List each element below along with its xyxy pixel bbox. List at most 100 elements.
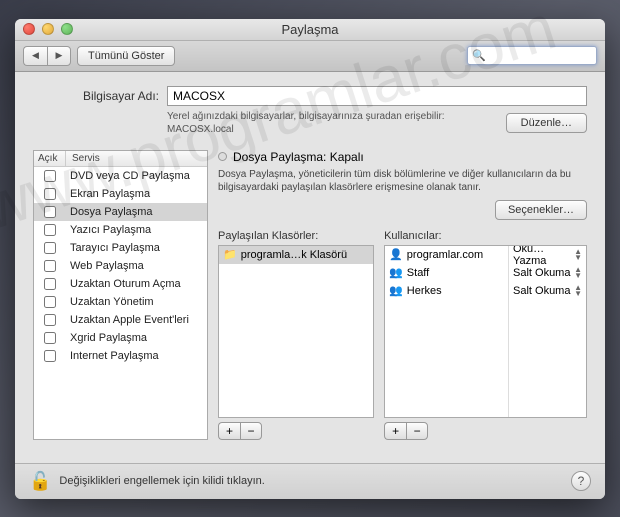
service-name: Dosya Paylaşma xyxy=(66,206,207,218)
stepper-icon[interactable]: ▲▼ xyxy=(574,267,582,278)
user-icon: 👤 xyxy=(389,248,403,261)
user-row[interactable]: 👥 Herkes xyxy=(385,282,508,300)
forward-button[interactable]: ▶ xyxy=(47,46,71,66)
service-name: DVD veya CD Paylaşma xyxy=(66,170,207,182)
show-all-button[interactable]: Tümünü Göster xyxy=(77,46,175,66)
service-name: Tarayıcı Paylaşma xyxy=(66,242,207,254)
service-checkbox[interactable] xyxy=(44,314,56,326)
service-row[interactable]: Uzaktan Apple Event'leri xyxy=(34,311,207,329)
search-input[interactable] xyxy=(489,50,592,62)
header-service: Servis xyxy=(66,151,207,166)
user-name: Staff xyxy=(407,267,429,279)
service-checkbox[interactable] xyxy=(44,296,56,308)
service-row[interactable]: Tarayıcı Paylaşma xyxy=(34,239,207,257)
search-icon: 🔍 xyxy=(472,49,486,62)
permission-label: Salt Okuma xyxy=(513,267,570,279)
user-name: programlar.com xyxy=(407,249,483,261)
service-name: Web Paylaşma xyxy=(66,260,207,272)
service-name: Uzaktan Oturum Açma xyxy=(66,278,207,290)
service-row[interactable]: Dosya Paylaşma xyxy=(34,203,207,221)
zoom-icon[interactable] xyxy=(61,23,73,35)
preferences-window: Paylaşma ◀ ▶ Tümünü Göster 🔍 Bilgisayar … xyxy=(15,19,605,499)
computer-subtext-row: Yerel ağınızdaki bilgisayarlar, bilgisay… xyxy=(167,110,587,136)
folder-name: programla…k Klasörü xyxy=(241,249,347,261)
back-button[interactable]: ◀ xyxy=(23,46,47,66)
nav-group: ◀ ▶ xyxy=(23,46,71,66)
folder-row[interactable]: 📁 programla…k Klasörü xyxy=(219,246,373,264)
status-row: Dosya Paylaşma: Kapalı xyxy=(218,150,587,164)
computer-subtext: Yerel ağınızdaki bilgisayarlar, bilgisay… xyxy=(167,110,498,136)
user-row[interactable]: 👤 programlar.com xyxy=(385,246,508,264)
folder-icon: 📁 xyxy=(223,248,237,261)
panels: Paylaşılan Klasörler: 📁 programla…k Klasö… xyxy=(218,230,587,440)
permission-cell[interactable]: Oku…Yazma▲▼ xyxy=(509,246,586,264)
service-row[interactable]: Uzaktan Yönetim xyxy=(34,293,207,311)
help-button[interactable]: ? xyxy=(571,471,591,491)
service-row[interactable]: Ekran Paylaşma xyxy=(34,185,207,203)
lock-icon[interactable]: 🔓 xyxy=(29,471,51,492)
lock-text: Değişiklikleri engellemek için kilidi tı… xyxy=(59,475,563,487)
users-pm: + − xyxy=(384,422,587,440)
service-name: Uzaktan Yönetim xyxy=(66,296,207,308)
service-checkbox[interactable] xyxy=(44,188,56,200)
service-list-header: Açık Servis xyxy=(34,151,207,167)
remove-folder-button[interactable]: − xyxy=(240,422,262,440)
status-indicator-icon xyxy=(218,152,227,161)
search-field-wrap: 🔍 xyxy=(467,46,597,65)
content-area: Bilgisayar Adı: Yerel ağınızdaki bilgisa… xyxy=(15,72,605,463)
titlebar: Paylaşma xyxy=(15,19,605,41)
toolbar: ◀ ▶ Tümünü Göster 🔍 xyxy=(15,41,605,72)
options-button[interactable]: Seçenekler… xyxy=(495,200,587,220)
computer-name-row: Bilgisayar Adı: xyxy=(33,86,587,106)
service-row[interactable]: Web Paylaşma xyxy=(34,257,207,275)
service-row[interactable]: Uzaktan Oturum Açma xyxy=(34,275,207,293)
computer-name-input[interactable] xyxy=(167,86,587,106)
lower-section: Açık Servis DVD veya CD Paylaşma Ekran Pa… xyxy=(33,150,587,440)
footer: 🔓 Değişiklikleri engellemek için kilidi … xyxy=(15,463,605,499)
close-icon[interactable] xyxy=(23,23,35,35)
service-row[interactable]: Xgrid Paylaşma xyxy=(34,329,207,347)
folders-pm: + − xyxy=(218,422,374,440)
service-checkbox[interactable] xyxy=(44,224,56,236)
user-row[interactable]: 👥 Staff xyxy=(385,264,508,282)
folders-list[interactable]: 📁 programla…k Klasörü xyxy=(218,245,374,418)
add-user-button[interactable]: + xyxy=(384,422,406,440)
user-icon: 👥 xyxy=(389,266,403,279)
service-checkbox[interactable] xyxy=(44,332,56,344)
stepper-icon[interactable]: ▲▼ xyxy=(574,249,582,260)
user-name: Herkes xyxy=(407,285,442,297)
service-checkbox[interactable] xyxy=(44,350,56,362)
status-label: Dosya Paylaşma: Kapalı xyxy=(233,150,364,164)
users-list[interactable]: 👤programlar.com👥Staff👥Herkes Oku…Yazma▲▼… xyxy=(384,245,587,418)
window-title: Paylaşma xyxy=(15,22,605,37)
permission-cell[interactable]: Salt Okuma▲▼ xyxy=(509,282,586,300)
traffic-lights xyxy=(15,23,73,35)
minimize-icon[interactable] xyxy=(42,23,54,35)
chevron-left-icon: ◀ xyxy=(32,50,39,61)
service-checkbox[interactable] xyxy=(44,206,56,218)
service-checkbox[interactable] xyxy=(44,260,56,272)
service-row[interactable]: DVD veya CD Paylaşma xyxy=(34,167,207,185)
folders-panel: Paylaşılan Klasörler: 📁 programla…k Klasö… xyxy=(218,230,374,440)
remove-user-button[interactable]: − xyxy=(406,422,428,440)
service-name: Internet Paylaşma xyxy=(66,350,207,362)
service-checkbox[interactable] xyxy=(44,170,56,182)
service-row[interactable]: Internet Paylaşma xyxy=(34,347,207,365)
user-icon: 👥 xyxy=(389,284,403,297)
permission-label: Oku…Yazma xyxy=(513,245,574,267)
computer-name-label: Bilgisayar Adı: xyxy=(33,89,159,103)
folders-label: Paylaşılan Klasörler: xyxy=(218,230,374,242)
users-label: Kullanıcılar: xyxy=(384,230,587,242)
service-name: Xgrid Paylaşma xyxy=(66,332,207,344)
chevron-right-icon: ▶ xyxy=(56,50,63,61)
edit-button[interactable]: Düzenle… xyxy=(506,113,587,133)
service-row[interactable]: Yazıcı Paylaşma xyxy=(34,221,207,239)
service-list: Açık Servis DVD veya CD Paylaşma Ekran Pa… xyxy=(33,150,208,440)
service-checkbox[interactable] xyxy=(44,242,56,254)
service-list-body[interactable]: DVD veya CD Paylaşma Ekran Paylaşma Dosya … xyxy=(34,167,207,439)
permission-cell[interactable]: Salt Okuma ▲▼ xyxy=(509,264,586,282)
stepper-icon[interactable]: ▲▼ xyxy=(574,285,582,296)
service-checkbox[interactable] xyxy=(44,278,56,290)
add-folder-button[interactable]: + xyxy=(218,422,240,440)
service-description: Dosya Paylaşma, yöneticilerin tüm disk b… xyxy=(218,168,587,194)
